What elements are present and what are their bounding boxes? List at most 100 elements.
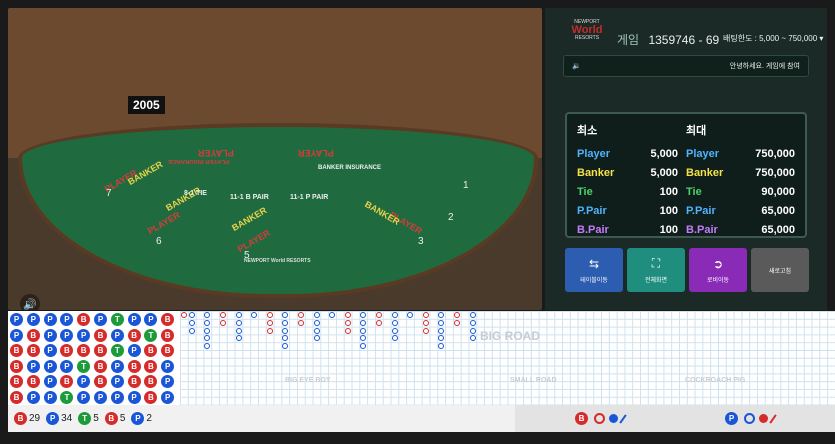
brand-logo: NEWPORT World RESORTS: [567, 20, 607, 54]
big-road-mark: [454, 312, 460, 318]
dot-icon: [609, 414, 618, 423]
bead-cell: P: [127, 313, 141, 326]
bead-cell: P: [43, 375, 57, 388]
announcement-icon: 🔉: [572, 63, 581, 70]
bead-cell: P: [110, 359, 124, 373]
bead-cell: T: [60, 390, 74, 404]
big-road-mark: [181, 312, 187, 318]
bead-cell: P: [60, 328, 74, 342]
bead-cell: T: [144, 328, 158, 342]
bead-cell: P: [26, 359, 40, 373]
bead-cell: B: [144, 359, 158, 373]
felt-player-label: PLAYER: [298, 148, 334, 158]
big-road-mark: [329, 312, 336, 318]
bead-cell: P: [161, 359, 175, 373]
big-road-mark: [344, 319, 351, 326]
big-road-mark: [407, 312, 414, 318]
bead-cell: B: [10, 390, 23, 404]
big-road-label: BIG ROAD: [480, 329, 540, 343]
bead-plate: PPPPBPTPPBPBPPPBPBTBBBPBBBTPBBBPPPTBPBBP…: [8, 311, 180, 405]
bet-name: Tie: [577, 185, 593, 198]
big-road-mark: [313, 335, 320, 342]
bead-cell: P: [43, 359, 57, 373]
big-road-mark: [204, 312, 211, 318]
big-road-mark: [298, 319, 304, 326]
bet-limits-table: 최소 최대 Player 5,000 Player 750,000 Banker 5,00…: [565, 112, 807, 238]
button-label: 테이블이동: [580, 277, 608, 284]
bead-cell: P: [144, 313, 158, 326]
notice-text: 안녕하세요. 게임에 참여: [729, 63, 800, 70]
max-value: 750,000: [755, 147, 795, 160]
bead-cell: P: [43, 344, 57, 357]
bead-cell: P: [26, 313, 40, 326]
big-road-mark: [376, 319, 382, 326]
bead-cell: P: [94, 390, 107, 404]
max-value: 90,000: [761, 185, 795, 198]
big-road-mark: [360, 343, 367, 350]
bead-cell: B: [26, 328, 40, 342]
big-road-mark: [422, 312, 429, 318]
banker-count-item: B 29: [14, 412, 40, 425]
logo-bot: RESORTS: [574, 35, 600, 41]
seat-number: 7: [106, 188, 112, 199]
limit-row: Player 5,000 Player 750,000: [577, 144, 795, 163]
bet-limit-value: 배팅한도 : 5,000 ~ 750,000: [723, 34, 818, 43]
bead-cell: B: [144, 375, 158, 388]
big-road-mark: [469, 319, 476, 326]
bet-name: Tie: [686, 185, 702, 198]
felt-player-label: PLAYER: [198, 148, 234, 158]
bet-name: Player: [686, 147, 720, 160]
bead-cell: P: [60, 359, 74, 373]
table-move-button[interactable]: ⇆ 테이블이동: [565, 248, 623, 292]
speaker-icon[interactable]: 🔊: [20, 294, 40, 310]
bead-cell: P: [127, 390, 141, 404]
exit-icon: ➲: [712, 256, 724, 271]
bet-name: P.Pair: [686, 204, 716, 217]
big-road-mark: [313, 312, 320, 318]
felt-insurance-label: BANKER INSURANCE: [318, 165, 382, 171]
fullscreen-button[interactable]: ⛶ 전체화면: [627, 248, 685, 292]
big-road-mark: [313, 327, 320, 334]
min-value: 100: [659, 185, 678, 198]
ppair-badge: P: [131, 412, 145, 425]
seat-number: 5: [244, 250, 250, 261]
max-value: 750,000: [755, 166, 795, 179]
road-maps: PPPPBPTPPBPBPPPBPBTBBBPBBBTPBBBPPPTBPBBP…: [8, 311, 835, 405]
bead-cell: P: [77, 375, 91, 388]
big-road-mark: [391, 312, 398, 318]
max-value: 65,000: [761, 204, 795, 217]
bead-cell: B: [60, 375, 74, 388]
player-ask-button[interactable]: P: [665, 405, 835, 432]
big-road-mark: [360, 319, 367, 326]
bead-cell: B: [127, 359, 141, 373]
ring-icon: [744, 413, 755, 424]
bet-name: Player: [577, 147, 611, 160]
bead-cell: P: [110, 375, 124, 388]
banker-ask-button[interactable]: B: [515, 405, 665, 432]
big-road-mark: [438, 335, 445, 342]
player-ask-badge: P: [725, 412, 738, 425]
refresh-button[interactable]: 새로고침: [751, 248, 809, 292]
table-number: 2005: [128, 96, 165, 114]
limits-header: 최소 최대: [577, 122, 795, 138]
bead-cell: P: [110, 328, 124, 342]
bead-cell: B: [144, 344, 158, 357]
big-road-mark: [344, 312, 351, 318]
table-felt: [18, 123, 538, 298]
bead-cell: P: [60, 313, 74, 326]
big-road-mark: [438, 343, 445, 350]
limit-row: P.Pair 100 P.Pair 65,000: [577, 201, 795, 220]
bead-cell: T: [110, 344, 124, 357]
lobby-button[interactable]: ➲ 로비이동: [689, 248, 747, 292]
bet-limit-dropdown[interactable]: 배팅한도 : 5,000 ~ 750,000 ▾: [723, 33, 823, 44]
seat-number: 6: [156, 236, 162, 247]
banker-count: 29: [29, 413, 41, 424]
seat-number: 3: [418, 236, 424, 247]
bead-cell: B: [26, 375, 40, 388]
game-label: 게임: [617, 33, 640, 47]
big-road-mark: [438, 327, 445, 334]
big-road-mark: [360, 327, 367, 334]
big-road-mark: [266, 312, 273, 318]
bead-cell: P: [10, 313, 23, 326]
bead-cell: B: [161, 328, 175, 342]
